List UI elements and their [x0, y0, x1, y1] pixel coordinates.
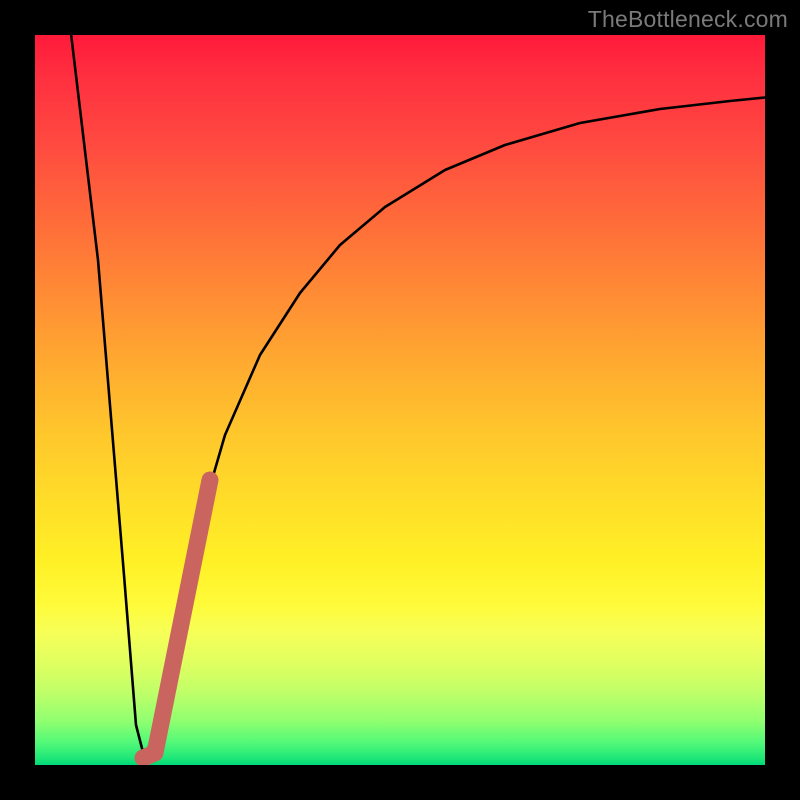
- watermark-text: TheBottleneck.com: [588, 6, 788, 33]
- chart-frame: TheBottleneck.com: [0, 0, 800, 800]
- chart-svg: [35, 35, 765, 765]
- plot-area: [35, 35, 765, 765]
- marker-segment: [143, 480, 210, 758]
